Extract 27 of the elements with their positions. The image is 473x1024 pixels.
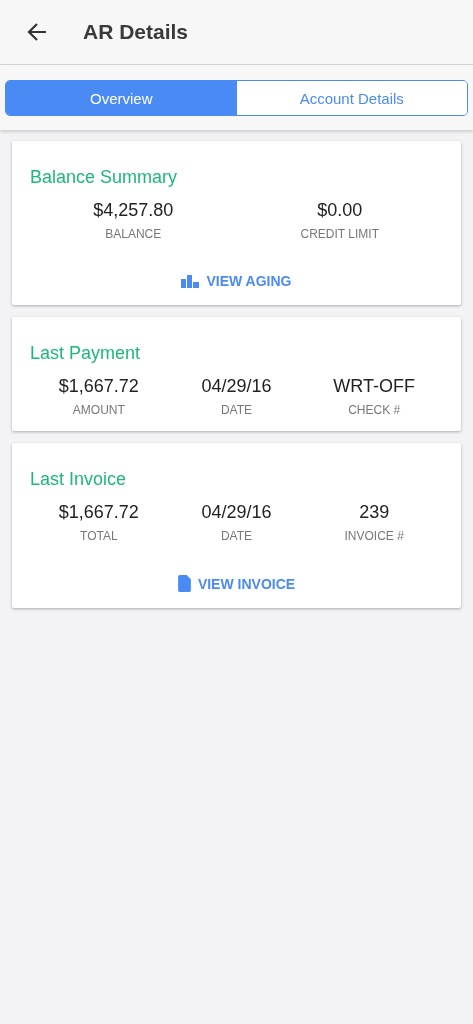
card-title: Balance Summary bbox=[30, 167, 179, 188]
stat-label: INVOICE # bbox=[344, 529, 404, 543]
stat-label: DATE bbox=[220, 529, 253, 543]
document-icon bbox=[177, 575, 191, 592]
action-link[interactable]: VIEW AGING bbox=[177, 271, 296, 291]
stat-value: WRT-OFF bbox=[333, 376, 415, 397]
stat-label: BALANCE bbox=[105, 227, 162, 241]
card-title: Last Payment bbox=[30, 343, 142, 364]
stat-label: TOTAL bbox=[80, 529, 118, 543]
chart-icon bbox=[181, 274, 200, 288]
stat-value: 239 bbox=[359, 502, 390, 523]
stat-value: $1,667.72 bbox=[58, 376, 139, 397]
back-arrow-icon[interactable] bbox=[27, 23, 47, 41]
stat-value: $1,667.72 bbox=[58, 502, 139, 523]
card-title: Last Invoice bbox=[30, 469, 128, 490]
stat-label: CHECK # bbox=[348, 403, 401, 417]
action-link[interactable]: VIEW INVOICE bbox=[173, 573, 300, 594]
screen-title: AR Details bbox=[83, 20, 189, 44]
stat-value: $0.00 bbox=[317, 200, 363, 221]
stat-label: CREDIT LIMIT bbox=[300, 227, 379, 241]
stat-value: $4,257.80 bbox=[93, 200, 174, 221]
stat-value: 04/29/16 bbox=[201, 502, 272, 523]
tab[interactable]: Account Details bbox=[236, 81, 467, 115]
stat-value: 04/29/16 bbox=[201, 376, 272, 397]
stat-label: AMOUNT bbox=[72, 403, 125, 417]
tab[interactable]: Overview bbox=[6, 81, 237, 115]
stat-label: DATE bbox=[220, 403, 253, 417]
